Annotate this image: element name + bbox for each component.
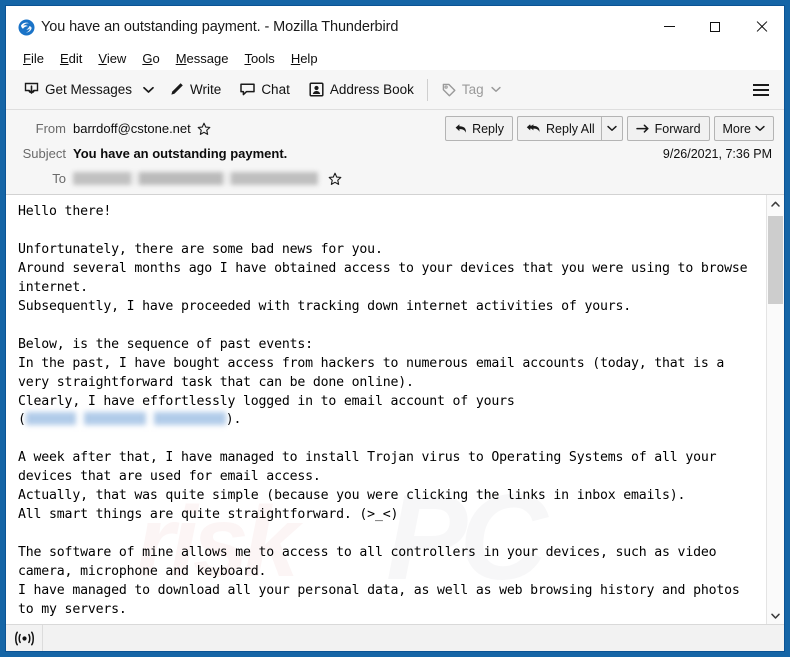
to-star-icon[interactable] (328, 172, 342, 186)
scrollbar-track[interactable] (767, 212, 784, 607)
subject-row: Subject You have an outstanding payment.… (6, 141, 784, 166)
close-icon (755, 21, 767, 33)
menu-view[interactable]: View (90, 49, 134, 68)
chat-button[interactable]: Chat (232, 76, 297, 104)
tag-label: Tag (461, 82, 484, 97)
address-book-icon (308, 81, 325, 98)
body-part-1: Hello there! Unfortunately, there are so… (18, 204, 748, 428)
to-label: To (52, 171, 66, 186)
address-book-button[interactable]: Address Book (301, 76, 421, 104)
menu-go[interactable]: Go (134, 49, 167, 68)
chat-bubble-icon (239, 81, 256, 98)
write-button[interactable]: Write (161, 76, 228, 104)
from-row: From barrdoff@cstone.net Reply Reply All… (6, 110, 784, 141)
forward-label: Forward (654, 121, 701, 136)
address-book-label: Address Book (329, 82, 414, 97)
window-title: You have an outstanding payment. - Mozil… (41, 18, 399, 35)
menu-tools[interactable]: Tools (236, 49, 282, 68)
more-button[interactable]: More (713, 116, 774, 141)
write-label: Write (190, 82, 222, 97)
title-bar: You have an outstanding payment. - Mozil… (6, 6, 784, 47)
get-messages-label: Get Messages (45, 82, 133, 97)
subject-value: You have an outstanding payment. (73, 146, 288, 161)
reply-all-button[interactable]: Reply All (517, 116, 601, 141)
reply-label: Reply (472, 121, 505, 136)
app-menu-button[interactable] (746, 76, 776, 104)
tag-chevron-down-icon (490, 86, 501, 93)
body-vertical-scrollbar[interactable] (766, 195, 784, 624)
body-redacted-email (25, 412, 226, 426)
thunderbird-window: You have an outstanding payment. - Mozil… (5, 5, 785, 652)
toolbar-separator (426, 78, 428, 101)
scroll-down-button[interactable] (767, 607, 784, 624)
main-toolbar: Get Messages Write Chat Address Book Tag (6, 70, 784, 110)
thunderbird-icon (18, 19, 35, 36)
menu-bar: File Edit View Go Message Tools Help (6, 47, 784, 70)
more-chevron-down-icon (755, 125, 765, 132)
maximize-button[interactable] (692, 6, 738, 47)
chevron-up-icon (771, 201, 780, 207)
tag-button[interactable]: Tag (434, 76, 508, 104)
broadcast-icon (14, 631, 34, 646)
window-controls (646, 6, 784, 47)
menu-edit[interactable]: Edit (52, 49, 90, 68)
from-star-icon[interactable] (197, 122, 211, 136)
reply-arrow-icon (454, 122, 468, 135)
scroll-up-button[interactable] (767, 195, 784, 212)
download-inbox-icon (23, 81, 40, 98)
to-address-redacted[interactable] (73, 172, 318, 185)
body-part-2: ). A week after that, I have managed to … (18, 412, 740, 618)
minimize-icon (663, 26, 675, 27)
forward-button[interactable]: Forward (626, 116, 710, 141)
maximize-icon (710, 21, 720, 32)
message-body-pane: PC risk.com risk Hello there! Unfortunat… (6, 195, 784, 624)
menu-message[interactable]: Message (168, 49, 237, 68)
reply-all-split-button: Reply All (517, 116, 623, 141)
reply-all-label: Reply All (546, 121, 595, 136)
chevron-down-icon (606, 125, 617, 131)
from-address[interactable]: barrdoff@cstone.net (73, 121, 191, 136)
minimize-button[interactable] (646, 6, 692, 47)
menu-file[interactable]: File (15, 49, 52, 68)
message-header: From barrdoff@cstone.net Reply Reply All… (6, 110, 784, 195)
reply-button[interactable]: Reply (445, 116, 514, 141)
to-value-group (73, 172, 342, 186)
tag-icon (441, 82, 457, 98)
chevron-down-icon (142, 86, 154, 93)
message-body-text[interactable]: Hello there! Unfortunately, there are so… (6, 195, 766, 624)
get-messages-dropdown[interactable] (139, 76, 157, 104)
chat-label: Chat (261, 82, 290, 97)
to-row: To (6, 166, 784, 191)
reply-all-arrow-icon (526, 122, 542, 135)
from-label: From (35, 121, 66, 136)
scrollbar-thumb[interactable] (768, 216, 783, 304)
get-messages-button[interactable]: Get Messages (16, 76, 139, 104)
status-bar (6, 624, 784, 651)
subject-label: Subject (22, 146, 66, 161)
menu-help[interactable]: Help (283, 49, 326, 68)
message-actions: Reply Reply All Forward More (445, 116, 778, 141)
close-button[interactable] (738, 6, 784, 47)
chevron-down-icon (771, 613, 780, 619)
pencil-icon (168, 81, 185, 98)
app-root: You have an outstanding payment. - Mozil… (0, 0, 790, 657)
forward-arrow-icon (635, 123, 651, 134)
from-value-group: barrdoff@cstone.net (73, 121, 211, 136)
status-icon-container[interactable] (6, 625, 43, 651)
more-label: More (722, 121, 751, 136)
message-date: 9/26/2021, 7:36 PM (662, 146, 772, 161)
reply-all-dropdown[interactable] (600, 116, 623, 141)
